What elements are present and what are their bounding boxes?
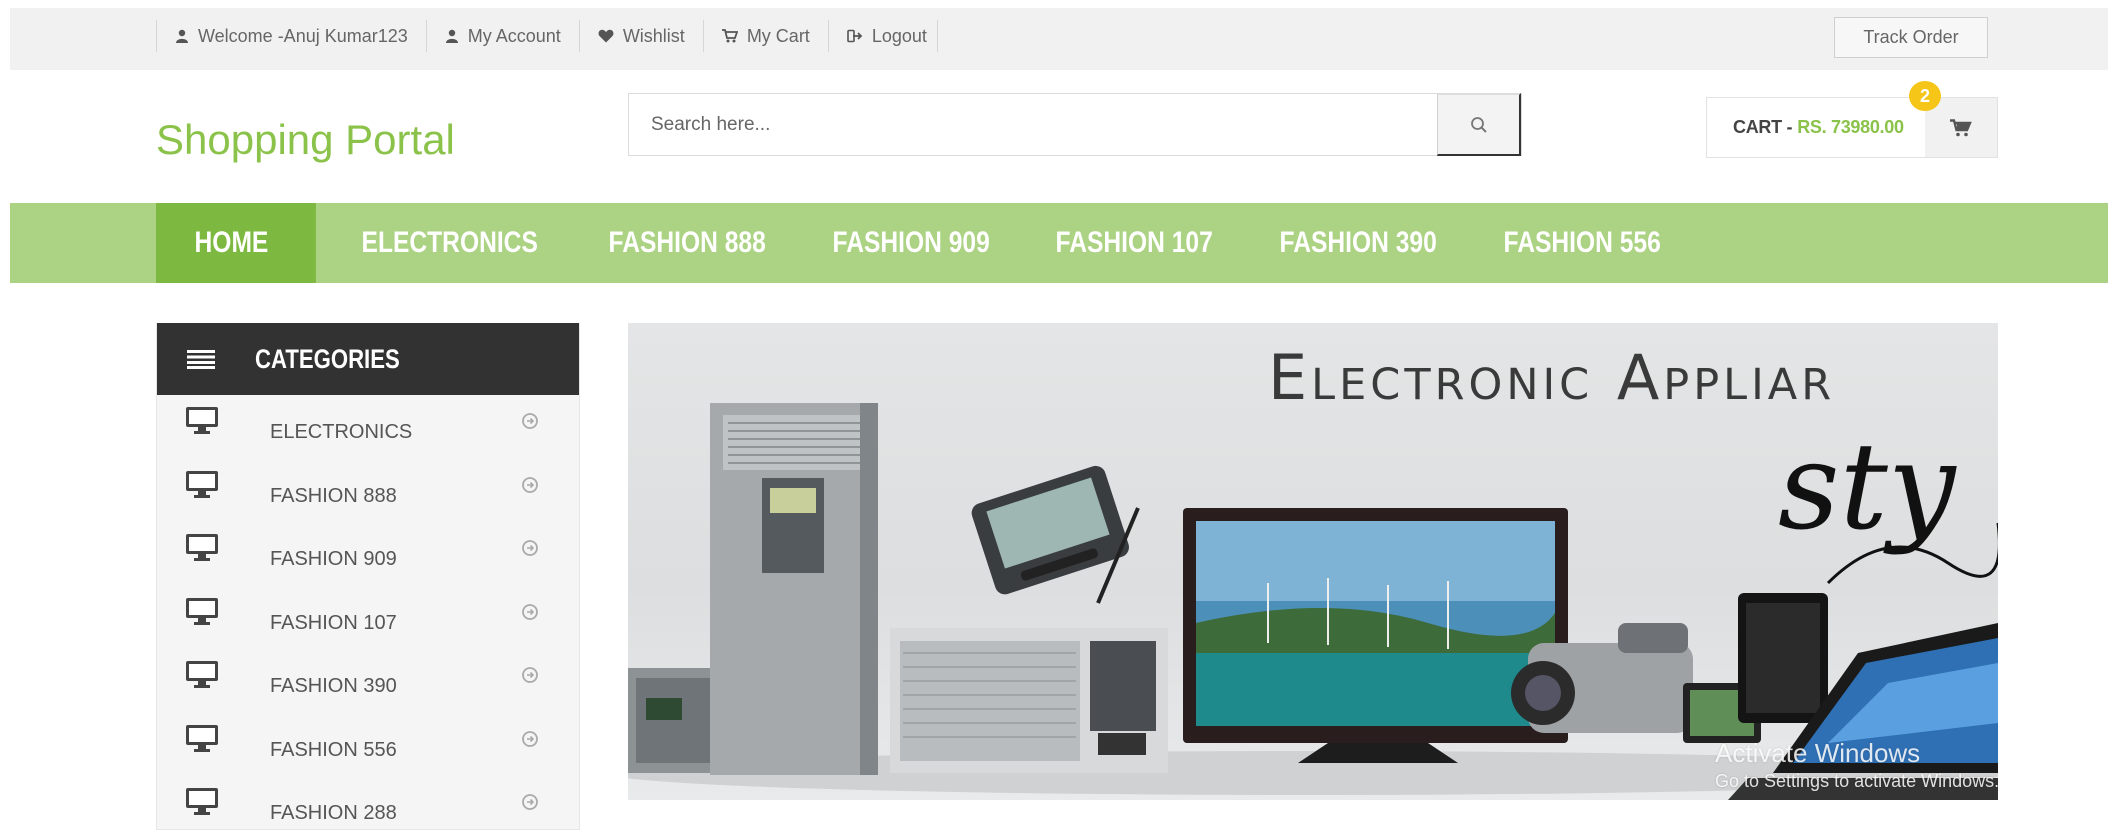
monitor-icon [185,786,219,821]
search-bar [628,93,1522,156]
category-label: FASHION 390 [270,675,397,697]
category-item[interactable]: FASHION 288 [157,776,579,830]
activate-windows-subtitle: Go to Settings to activate Windows. [1715,771,2000,791]
cart-text: CART - RS. 73980.00 [1707,98,1925,157]
monitor-icon [185,659,219,694]
arrow-circle-right-icon [521,730,539,753]
nav-fashion-556[interactable]: FASHION 556 [1465,203,1699,283]
menu-icon [187,350,215,369]
search-input[interactable] [629,94,1437,155]
monitor-icon [185,723,219,758]
user-icon [176,29,188,43]
arrow-circle-right-icon [521,539,539,562]
cart-icon [1950,118,1972,136]
wishlist-link[interactable]: Wishlist [578,20,703,52]
my-cart-link[interactable]: My Cart [702,20,828,52]
category-item[interactable]: ELECTRONICS [157,395,579,459]
my-account-link[interactable]: My Account [425,20,579,52]
category-label: FASHION 556 [270,738,397,761]
category-item[interactable]: FASHION 107 [157,586,579,650]
banner-title: Electronic Appliar [1268,341,1836,414]
category-item[interactable]: FASHION 390 [157,649,579,713]
category-list: ELECTRONICS FASHION 888 FASHION 909 FASHION… [157,395,579,830]
category-label: FASHION 288 [270,802,397,824]
category-item[interactable]: FASHION 888 [157,459,579,523]
category-label: FASHION 909 [270,548,397,570]
arrow-circle-right-icon [521,793,539,816]
logout-link[interactable]: Logout [827,20,938,52]
category-item[interactable]: FASHION 909 [157,522,579,586]
user-icon [445,29,458,43]
main-nav: HOME ELECTRONICS FASHION 888 FASHION 909… [156,203,1689,283]
categories-title: CATEGORIES [255,343,400,374]
cart-summary[interactable]: CART - RS. 73980.00 [1706,97,1998,158]
hero-banner[interactable]: Electronic Appliar sty [628,323,1998,800]
monitor-icon [185,469,219,504]
category-label: FASHION 107 [270,611,397,634]
top-links: Welcome -Anuj Kumar123 My Account Wishli… [156,20,938,52]
welcome-link[interactable]: Welcome -Anuj Kumar123 [156,20,426,52]
logout-label: Logout [871,25,927,46]
arrow-circle-right-icon [521,412,539,435]
banner-script-text: sty [1778,418,1956,557]
arrow-circle-right-icon [521,666,539,689]
my-cart-label: My Cart [746,25,810,46]
monitor-icon [185,596,219,631]
nav-home[interactable]: HOME [156,203,316,283]
nav-electronics[interactable]: ELECTRONICS [323,203,576,283]
nav-fashion-390[interactable]: FASHION 390 [1241,203,1475,283]
monitor-icon [185,405,219,440]
search-button[interactable] [1437,93,1521,156]
nav-fashion-909[interactable]: FASHION 909 [794,203,1028,283]
site-logo[interactable]: Shopping Portal [156,116,455,164]
track-order-button[interactable]: Track Order [1834,17,1988,58]
my-account-label: My Account [467,25,561,46]
category-label: FASHION 888 [270,484,397,507]
arrow-circle-right-icon [521,603,539,626]
search-icon [1470,116,1487,133]
categories-sidebar: CATEGORIES ELECTRONICS FASHION 888 FASHION… [156,323,580,830]
nav-fashion-888[interactable]: FASHION 888 [570,203,804,283]
cart-amount: RS. 73980.00 [1797,117,1904,137]
arrow-circle-right-icon [521,476,539,499]
category-item[interactable]: FASHION 556 [157,713,579,777]
heart-icon [598,29,614,43]
categories-header: CATEGORIES [157,323,579,395]
sign-out-icon [847,29,863,43]
cart-icon [721,29,738,43]
cart-count-badge: 2 [1909,81,1941,111]
category-label: ELECTRONICS [270,421,413,443]
welcome-label: Welcome -Anuj Kumar123 [198,25,408,46]
wishlist-label: Wishlist [622,25,685,46]
cart-label: CART - [1733,117,1793,137]
monitor-icon [185,532,219,567]
nav-fashion-107[interactable]: FASHION 107 [1017,203,1251,283]
activate-windows-title: Activate Windows [1715,738,1921,768]
